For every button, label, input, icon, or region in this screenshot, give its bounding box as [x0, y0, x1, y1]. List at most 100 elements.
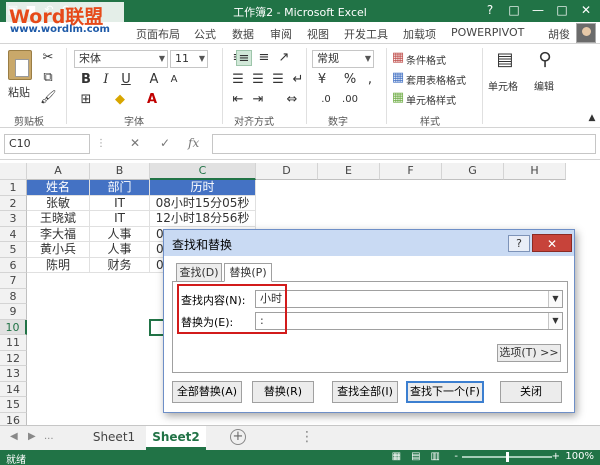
select-all-corner[interactable] [0, 163, 27, 180]
table-cell[interactable]: 人事 [90, 226, 150, 242]
sheet-nav-next-icon[interactable]: ▶ [28, 431, 36, 442]
replace-button[interactable]: 替换(R) [252, 381, 314, 403]
align-middle-icon[interactable]: ≡ [236, 50, 252, 66]
paste-icon[interactable] [8, 50, 32, 80]
comma-button[interactable]: , [362, 72, 378, 88]
ribbon-display-button[interactable]: □ [502, 0, 526, 20]
page-layout-view-icon[interactable]: ▤ [411, 451, 420, 462]
table-cell[interactable]: 张敏 [27, 195, 90, 211]
tab-replace[interactable]: 替换(P) [224, 263, 272, 282]
border-icon[interactable]: ⊞ [78, 92, 94, 108]
minimize-button[interactable]: — [526, 0, 550, 20]
row-header[interactable]: 5 [0, 242, 27, 258]
tab-review[interactable]: 审阅 [270, 26, 292, 42]
cells-button[interactable]: 单元格 [488, 78, 518, 93]
sheet-nav-more-icon[interactable]: ... [44, 431, 54, 442]
restore-button[interactable]: □ [550, 0, 574, 20]
insert-function-button[interactable]: fx [188, 136, 199, 150]
cancel-icon[interactable]: ✕ [130, 136, 140, 150]
column-header[interactable]: F [380, 163, 442, 180]
row-header[interactable]: 3 [0, 211, 27, 227]
dialog-close-icon[interactable]: ✕ [532, 234, 572, 252]
row-header[interactable]: 14 [0, 381, 27, 397]
replace-input[interactable]: : ▼ [255, 312, 563, 330]
row-header[interactable]: 7 [0, 273, 27, 289]
row-header[interactable]: 10 [0, 319, 27, 335]
table-cell[interactable]: 陈明 [27, 257, 90, 273]
row-header[interactable]: 4 [0, 226, 27, 242]
currency-button[interactable]: ¥ [314, 72, 330, 88]
collapse-ribbon-icon[interactable]: ▲ [584, 110, 600, 126]
table-cell[interactable]: 12小时18分56秒 [150, 211, 256, 227]
cut-icon[interactable]: ✂ [40, 50, 56, 66]
font-size-select[interactable]: 11 ▼ [170, 50, 208, 68]
zoom-slider[interactable] [462, 452, 552, 462]
table-cell[interactable]: 08小时15分05秒 [150, 195, 256, 211]
sheet-tab-active[interactable]: Sheet2 [146, 426, 206, 450]
help-button[interactable]: ? [478, 0, 502, 20]
row-header[interactable]: 6 [0, 257, 27, 273]
zoom-slider-thumb[interactable] [506, 452, 509, 462]
table-cell[interactable]: 李大福 [27, 226, 90, 242]
row-header[interactable]: 2 [0, 195, 27, 211]
table-cell[interactable]: 部门 [90, 180, 150, 196]
wrap-text-icon[interactable]: ↵ [290, 72, 306, 88]
cell-style-button[interactable]: 单元格样式 [406, 92, 456, 107]
normal-view-icon[interactable]: ▦ [392, 451, 401, 462]
tab-page-layout[interactable]: 页面布局 [136, 26, 180, 42]
dialog-title-bar[interactable]: 查找和替换 ? ✕ [164, 230, 574, 256]
row-header[interactable]: 11 [0, 335, 27, 351]
chevron-down-icon[interactable]: ▼ [548, 313, 562, 329]
tab-developer[interactable]: 开发工具 [344, 26, 388, 42]
font-color-icon[interactable]: A [144, 92, 160, 108]
tab-powerpivot[interactable]: POWERPIVOT [451, 26, 524, 39]
column-header[interactable]: G [442, 163, 504, 180]
percent-button[interactable]: % [342, 72, 358, 88]
sheet-nav-prev-icon[interactable]: ◀ [10, 431, 18, 442]
user-name[interactable]: 胡俊 [548, 26, 570, 42]
add-sheet-button[interactable]: + [230, 429, 246, 445]
column-header[interactable]: C [150, 163, 256, 180]
copy-icon[interactable]: ⧉ [40, 70, 56, 86]
find-all-button[interactable]: 查找全部(I) [332, 381, 398, 403]
increase-decimal-icon[interactable]: .0 [318, 92, 334, 108]
merge-center-icon[interactable]: ⇔ [284, 92, 300, 108]
column-header[interactable]: A [27, 163, 90, 180]
find-next-button[interactable]: 查找下一个(F) [406, 381, 484, 403]
dialog-help-button[interactable]: ? [508, 235, 530, 252]
row-header[interactable]: 12 [0, 350, 27, 366]
bold-button[interactable]: B [78, 72, 94, 88]
indent-decrease-icon[interactable]: ⇤ [230, 92, 246, 108]
zoom-level[interactable]: 100% [565, 451, 594, 462]
avatar[interactable] [576, 23, 596, 43]
enter-icon[interactable]: ✓ [160, 136, 170, 150]
conditional-format-button[interactable]: 条件格式 [406, 52, 446, 67]
fill-color-icon[interactable]: ◆ [112, 92, 128, 108]
row-header[interactable]: 1 [0, 180, 27, 196]
decrease-decimal-icon[interactable]: .00 [342, 92, 358, 108]
close-window-button[interactable]: ✕ [574, 0, 598, 20]
tab-splitter-icon[interactable]: ⋮ [300, 429, 314, 445]
tab-view[interactable]: 视图 [307, 26, 329, 42]
underline-button[interactable]: U [118, 72, 134, 88]
name-box[interactable]: C10 [4, 134, 90, 154]
formula-input[interactable] [212, 134, 596, 154]
table-format-button[interactable]: 套用表格格式 [406, 72, 466, 87]
row-header[interactable]: 9 [0, 304, 27, 320]
table-cell[interactable]: IT [90, 195, 150, 211]
italic-button[interactable]: I [98, 72, 114, 88]
table-cell[interactable]: 王晓斌 [27, 211, 90, 227]
indent-increase-icon[interactable]: ⇥ [250, 92, 266, 108]
replace-all-button[interactable]: 全部替换(A) [172, 381, 242, 403]
align-center-icon[interactable]: ☰ [250, 72, 266, 88]
find-input[interactable]: 小时 ▼ [255, 290, 563, 308]
table-cell[interactable]: IT [90, 211, 150, 227]
tab-find[interactable]: 查找(D) [176, 263, 222, 282]
tab-addins[interactable]: 加载项 [403, 26, 436, 42]
column-header[interactable]: H [504, 163, 566, 180]
orientation-icon[interactable]: ↗ [276, 50, 292, 66]
dialog-close-button[interactable]: 关闭 [500, 381, 562, 403]
row-header[interactable]: 8 [0, 288, 27, 304]
number-format-select[interactable]: 常规 ▼ [312, 50, 374, 68]
column-header[interactable]: B [90, 163, 150, 180]
